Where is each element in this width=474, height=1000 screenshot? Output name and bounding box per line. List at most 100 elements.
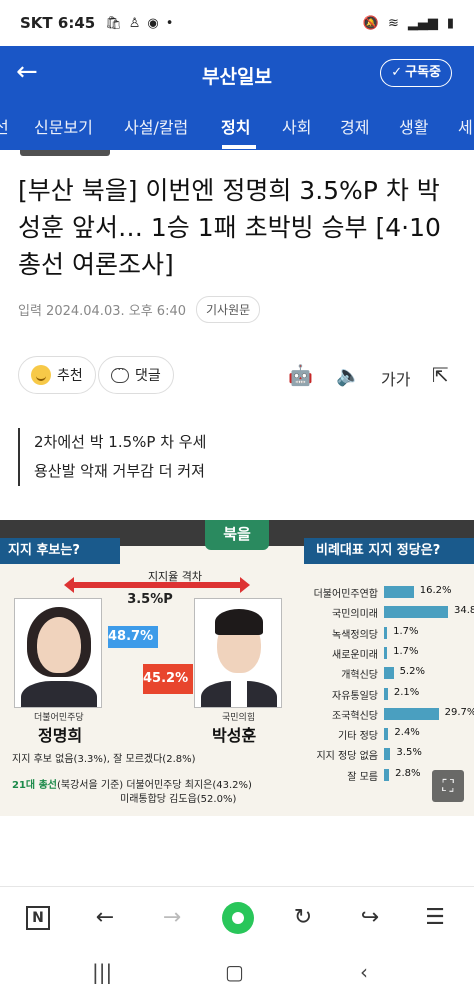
status-time: SKT 6:45 — [20, 14, 96, 32]
summary-line: 2차에선 박 1.5%P 차 우세 — [34, 433, 207, 451]
summary-line: 용산발 악재 거부감 더 커져 — [34, 462, 205, 480]
gap-arrow — [64, 577, 250, 593]
party-label: 기타 정당 — [338, 731, 378, 743]
party-value: 1.7% — [393, 645, 419, 657]
party-bar — [384, 646, 388, 659]
font-size-button[interactable]: 가가 — [381, 366, 410, 390]
menu-icon[interactable]: ☰ — [420, 903, 450, 933]
party-value: 29.7% — [444, 706, 474, 718]
article-meta: 입력 2024.04.03. 오후 6:40 기사원문 — [18, 296, 261, 323]
party-bar — [384, 707, 439, 720]
party-label: 녹색정의당 — [332, 629, 378, 641]
past-election-text-2: 미래통합당 김도읍(52.0%) — [120, 794, 237, 805]
candidate-bar-jung: 48.7% — [108, 626, 158, 648]
past-election-label: 21대 총선 — [12, 780, 57, 791]
forward-icon[interactable]: → — [157, 903, 187, 933]
party-bar — [384, 687, 388, 700]
party-label: 잘 모름 — [347, 771, 378, 783]
nav-item-economy[interactable]: 경제 — [340, 114, 369, 138]
no-candidate-note: 지지 후보 없음(3.3%), 잘 모르겠다(2.8%) — [12, 754, 196, 765]
nav-item-newspaper[interactable]: 신문보기 — [34, 114, 93, 138]
person-icon: ♙ — [128, 15, 141, 31]
candidate-photo-park — [194, 598, 282, 708]
back-icon[interactable]: ← — [90, 903, 120, 933]
comment-bubble-icon — [111, 363, 129, 383]
shopping-bag-icon: 🛍 — [105, 15, 122, 31]
recommend-button[interactable]: 추천 — [18, 356, 96, 394]
party-value: 3.5% — [396, 747, 422, 759]
nav-item-life[interactable]: 생활 — [399, 114, 428, 138]
party-label: 자유통일당 — [332, 690, 378, 702]
naver-icon[interactable]: N — [26, 906, 50, 930]
dot-icon: • — [165, 15, 174, 31]
article-summary: 2차에선 박 1.5%P 차 우세 용산발 악재 거부감 더 커져 — [18, 428, 206, 486]
article-timestamp: 입력 2024.04.03. 오후 6:40 — [18, 304, 186, 319]
home-button-icon[interactable]: ▢ — [225, 960, 244, 984]
subscribe-label: 구독중 — [405, 65, 441, 80]
smile-icon — [31, 365, 51, 385]
party-label: 지지 정당 없음 — [316, 751, 378, 763]
comment-label: 댓글 — [135, 368, 161, 384]
candidate-bar-park: 45.2% — [143, 664, 193, 694]
nav-item-partial-right[interactable]: 세 — [458, 114, 473, 138]
browser-toolbar: N ← → ↻ ↪ ☰ — [0, 886, 474, 948]
party-value: 2.8% — [395, 767, 421, 779]
party-label: 개혁신당 — [341, 670, 378, 682]
zoom-image-icon[interactable]: ⛶ — [432, 770, 464, 802]
party-support-title: 비례대표 지지 정당은? — [304, 538, 474, 564]
region-label: 북을 — [205, 520, 269, 550]
article-headline: [부산 북을] 이번엔 정명희 3.5%P 차 박성훈 앞서… 1승 1패 초박… — [18, 176, 441, 279]
party-bar — [384, 768, 390, 781]
nav-active-indicator — [222, 145, 256, 149]
party-bar — [384, 748, 391, 761]
party-value: 5.2% — [399, 666, 425, 678]
party-value: 2.1% — [393, 686, 420, 698]
home-icon[interactable] — [222, 902, 254, 934]
party-label: 조국혁신당 — [332, 710, 378, 722]
press-logo-cut — [20, 150, 110, 156]
speaker-icon[interactable]: 🔈 — [336, 363, 361, 387]
party-value: 34.8% — [454, 605, 474, 617]
party-bar — [384, 728, 389, 741]
party-value: 16.2% — [419, 585, 452, 596]
party-value: 1.7% — [393, 625, 419, 637]
system-nav-bar: ||| ▢ ‹ — [0, 948, 474, 1000]
recommend-label: 추천 — [57, 368, 83, 384]
party-label: 더불어민주연합 — [313, 589, 378, 600]
check-icon: ✓ — [391, 65, 403, 80]
battery-icon: ▮ — [446, 15, 454, 31]
nav-item-partial-left[interactable]: 선 — [0, 114, 9, 138]
original-article-button[interactable]: 기사원문 — [196, 296, 261, 323]
section-nav: 선 신문보기 사설/칼럼 정치 사회 경제 생활 세 — [0, 100, 474, 150]
status-bar: SKT 6:45 🛍 ♙ ◉ • 🔕 ≋ ▂▄▆ ▮ — [0, 0, 474, 46]
app-header: ← 부산일보 ✓ 구독중 — [0, 46, 474, 100]
candidate-photo-jung — [14, 598, 102, 708]
nav-item-editorial[interactable]: 사설/칼럼 — [124, 114, 188, 138]
share-icon[interactable]: ↪ — [355, 903, 385, 933]
party-bar — [384, 626, 388, 639]
share-article-icon[interactable]: ⇱ — [432, 363, 449, 387]
party-value: 2.4% — [394, 727, 420, 739]
wifi-icon: ≋ — [387, 15, 399, 31]
comment-button[interactable]: 댓글 — [98, 356, 174, 394]
nav-item-society[interactable]: 사회 — [282, 114, 311, 138]
candidate-name-park: 박성훈 — [212, 726, 257, 745]
subscribe-button[interactable]: ✓ 구독중 — [380, 59, 452, 87]
mute-icon: 🔕 — [362, 15, 379, 31]
back-nav-icon[interactable]: ‹ — [360, 960, 368, 984]
robot-summary-icon[interactable]: 🤖 — [288, 363, 313, 387]
party-bar — [384, 606, 448, 619]
gap-value: 3.5%P — [127, 592, 173, 607]
app-icon: ◉ — [147, 15, 159, 31]
recents-icon[interactable]: ||| — [92, 960, 112, 984]
party-bar — [384, 667, 394, 680]
party-bar — [384, 586, 414, 598]
party-label: 국민의미래 — [332, 609, 378, 621]
party-label: 새로운미래 — [332, 649, 378, 661]
refresh-icon[interactable]: ↻ — [288, 903, 318, 933]
candidate-support-title: 지지 후보는? — [0, 538, 120, 564]
signal-icon: ▂▄▆ — [407, 15, 438, 31]
poll-infographic[interactable]: 북을 지지 후보는? 비례대표 지지 정당은? 지지율 격차 3.5%P 48.… — [0, 520, 474, 816]
nav-item-politics[interactable]: 정치 — [221, 114, 250, 138]
candidate-name-jung: 정명희 — [38, 726, 83, 745]
